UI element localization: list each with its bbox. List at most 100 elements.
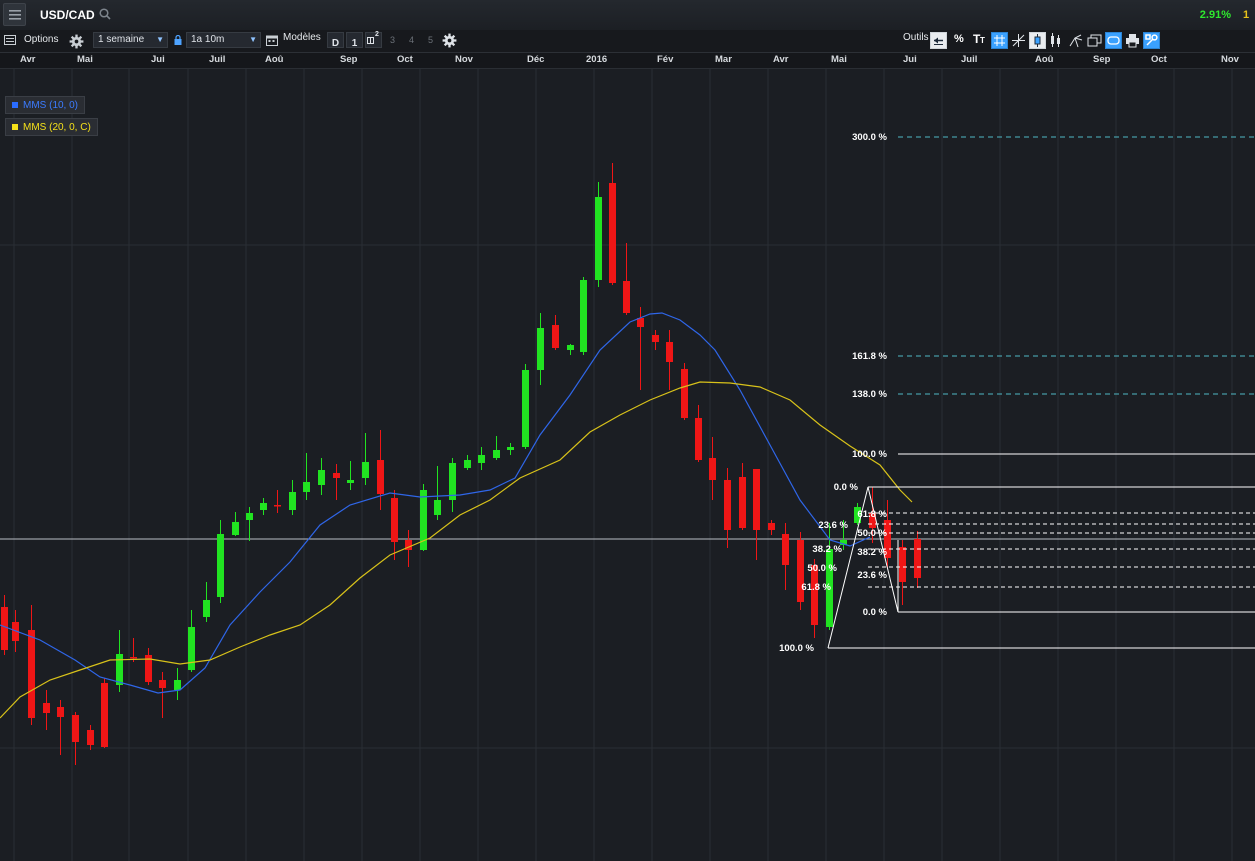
grid-icon [994,35,1005,46]
windows-icon [1087,34,1102,47]
change-extra: 1 [1243,9,1250,21]
time-axis-label: 2016 [586,54,608,65]
time-axis: Avr Mai Jui Juil Aoû Sep Oct Nov Déc 2016 Fév Mar Av… [0,53,1255,69]
bear-candle [391,498,398,542]
bear-candle [274,505,281,507]
arrow-left-icon [934,37,943,45]
bull-candle [507,447,514,450]
bull-candle [174,680,181,690]
wrench-icon [1145,34,1158,46]
time-axis-label: Oct [397,54,413,65]
bull-candle [580,280,587,352]
bear-candle [782,534,789,565]
change-percent: 2.91% [1199,9,1231,21]
fib-main-label: 23.6 % [818,520,848,531]
options-menu[interactable]: Options [24,30,58,52]
percent-toggle[interactable]: % [954,33,964,45]
layout-icon[interactable] [4,34,19,49]
range-select[interactable]: 1a 10m ▼ [186,32,261,48]
gear-icon[interactable] [69,34,84,49]
time-axis-label: Sep [1093,54,1111,65]
bull-candle [116,654,123,685]
bear-candle [552,325,559,348]
tool-crosshair[interactable] [1010,32,1027,49]
bear-candle [914,539,921,578]
search-icon[interactable] [99,8,111,20]
bear-candle [739,477,746,528]
bull-candle [449,463,456,500]
bull-candle [318,470,325,485]
chevron-down-icon: ▼ [156,35,164,44]
fib-right-label: 38.2 % [857,547,887,558]
interval-select[interactable]: 1 semaine ▼ [93,32,168,48]
bull-candle [567,345,574,350]
time-axis-label: Jui [903,54,917,65]
fib-main-label: 61.8 % [801,582,831,593]
fib-extension-label: 161.8 % [852,351,887,362]
fib-right-label: 50.0 % [857,528,887,539]
bear-candle [768,523,775,530]
fib-main-label: 100.0 % [779,643,814,654]
time-axis-label: Oct [1151,54,1167,65]
tool-grid[interactable] [991,32,1008,49]
bull-candle [188,627,195,670]
time-axis-label: Déc [527,54,545,65]
symbol-label[interactable]: USD/CAD [40,8,95,22]
price-chart[interactable]: 300.0 % 161.8 % 138.0 % 100.0 % 0.0 % 23.6 % 3… [0,68,1255,861]
fib-extension-label: 300.0 % [852,132,887,143]
fib-right-label: 23.6 % [857,570,887,581]
bear-candle [724,480,731,530]
tool-print[interactable] [1124,32,1141,49]
calendar-icon[interactable] [266,34,281,49]
fib-main-label: 50.0 % [807,563,837,574]
chart-4-button[interactable]: 4 [409,35,414,45]
menu-button[interactable] [3,3,26,26]
tool-candle[interactable] [1029,32,1046,49]
fib-right-label: 61.8 % [857,509,887,520]
tool-windows[interactable] [1086,32,1103,49]
bear-candle [87,730,94,745]
legend-ma20[interactable]: MMS (20, 0, C) [5,118,98,136]
bear-candle [43,703,50,713]
tool-settings[interactable] [1143,32,1160,49]
bull-candle [595,197,602,280]
tools-label: Outils [903,32,929,43]
tool-candles[interactable] [1048,32,1065,49]
chart-area[interactable]: 300.0 % 161.8 % 138.0 % 100.0 % 0.0 % 23.6 % 3… [0,68,1255,861]
tool-arrow[interactable] [930,32,947,49]
chart-1-label: 1 [351,38,358,49]
tool-shape[interactable] [1105,32,1122,49]
bear-candle [899,547,906,582]
d-button[interactable]: D [327,32,344,49]
chart-2-button[interactable]: 2 [365,31,382,48]
candle-icon [1034,34,1041,47]
tool-forks[interactable] [1067,32,1084,49]
bear-candle [333,473,340,478]
bull-candle [493,450,500,458]
bull-candle [464,460,471,468]
candles-icon [1051,33,1060,47]
models-menu[interactable]: Modèles [283,28,321,50]
time-axis-label: Jui [151,54,165,65]
bear-candle [377,460,384,494]
fib-main-label: 0.0 % [834,482,859,493]
bull-candle [289,492,296,510]
bear-candle [652,335,659,342]
bear-candle [159,680,166,688]
bear-candle [609,183,616,283]
chart-2-label: 2 [375,31,379,38]
fib-extension-label: 138.0 % [852,389,887,400]
shape-icon [1107,36,1120,45]
bear-candle [709,458,716,480]
chart-3-button[interactable]: 3 [390,35,395,45]
time-axis-label: Mai [831,54,847,65]
tool-text[interactable]: TT [972,32,989,49]
chart-5-button[interactable]: 5 [428,35,433,45]
bull-candle [434,500,441,515]
legend-ma10[interactable]: MMS (10, 0) [5,96,86,114]
settings-gear-icon[interactable] [442,33,457,48]
interval-value: 1 semaine [98,34,145,45]
legend-ma20-label: MMS (20, 0, C) [23,122,91,133]
chart-1-button[interactable]: 1 [346,32,363,49]
chart-toolbar: Options 1 semaine ▼ 1a 10m ▼ Modèles D 1 [0,30,1255,53]
